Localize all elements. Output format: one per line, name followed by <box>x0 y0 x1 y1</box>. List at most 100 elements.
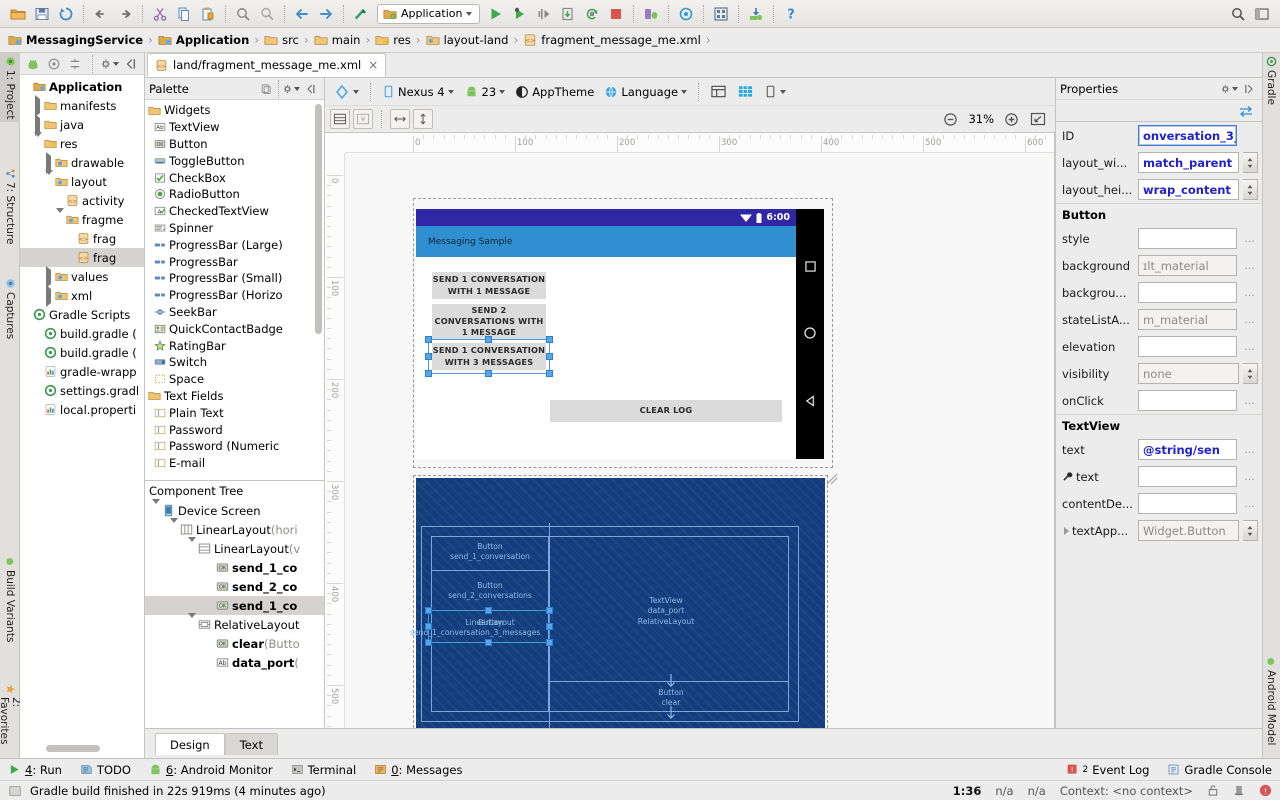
resize-handle-ne[interactable] <box>546 336 553 343</box>
bp-resize-handle-e[interactable] <box>546 623 553 630</box>
breadcrumb-item-application[interactable]: Application <box>158 33 249 47</box>
target-icon[interactable] <box>45 55 62 73</box>
property-spinner[interactable] <box>1243 520 1258 541</box>
breadcrumb-item-file[interactable]: <> fragment_message_me.xml <box>523 33 701 47</box>
sidebar-item-android-model[interactable]: Android Model <box>1262 653 1280 748</box>
forward-icon[interactable] <box>315 3 337 25</box>
resize-handle-w[interactable] <box>425 353 432 360</box>
design-canvas[interactable]: 0 100 200 300 400 500 600 0 100 200 300 400 500 6:0… <box>325 133 1055 728</box>
palette-item[interactable]: A CheckedTextView <box>145 203 324 220</box>
palette-item[interactable]: Plain Text <box>145 404 324 421</box>
tab-text[interactable]: Text <box>224 733 278 755</box>
copy-icon[interactable] <box>257 80 274 97</box>
phone-preview[interactable]: 6:00 Messaging Sample SEND 1 CONVERSATIO… <box>416 209 824 459</box>
sidebar-item-gradle[interactable]: Gradle <box>1262 53 1280 108</box>
project-tree-item[interactable]: xml <box>20 284 144 307</box>
project-tree-item[interactable]: <> frag <box>20 229 144 248</box>
orientation-icon[interactable] <box>760 82 790 101</box>
tree-expander[interactable] <box>151 498 162 518</box>
palette-group[interactable]: Widgets <box>145 102 324 119</box>
context-indicator[interactable]: Context: <no context> <box>1060 784 1193 798</box>
property-value[interactable]: match_parent <box>1138 152 1239 173</box>
project-tree-item[interactable]: settings.gradl <box>20 381 144 400</box>
avd-manager-icon[interactable] <box>640 3 662 25</box>
status-item-android-monitor[interactable]: 6: Android Monitor <box>149 763 273 777</box>
project-horizontal-scrollbar[interactable] <box>46 745 100 752</box>
collapse-icon[interactable] <box>67 55 84 73</box>
property-more-button[interactable]: ... <box>1241 228 1258 249</box>
bp-resize-handle-n[interactable] <box>485 607 492 614</box>
resize-handle-s[interactable] <box>485 370 492 377</box>
palette-group[interactable]: Text Fields <box>145 388 324 405</box>
palette-scrollbar[interactable] <box>315 104 322 334</box>
palette-item[interactable]: ToggleButton <box>145 152 324 169</box>
project-tree-item[interactable]: manifests <box>20 94 144 117</box>
project-tree-item[interactable]: layout <box>20 169 144 191</box>
status-item-event-log[interactable]: ! 2 Event Log <box>1066 763 1149 777</box>
language-selector[interactable]: Language <box>600 83 691 101</box>
hide-icon[interactable] <box>123 55 140 73</box>
tab-design[interactable]: Design <box>155 733 225 755</box>
api-selector[interactable]: 23 <box>460 83 510 101</box>
palette-item[interactable]: ProgressBar <box>145 253 324 270</box>
palette-item[interactable]: ProgressBar (Horizo <box>145 287 324 304</box>
bp-resize-handle-sw[interactable] <box>425 639 432 646</box>
property-value[interactable]: ɪlt_material <box>1138 255 1237 276</box>
project-tree-item[interactable]: fragme <box>20 207 144 229</box>
palette-item[interactable]: Spinner <box>145 220 324 237</box>
project-tree-item[interactable]: Gradle Scripts <box>20 305 144 324</box>
open-folder-icon[interactable] <box>7 3 29 25</box>
settings-icon[interactable] <box>283 80 300 97</box>
toggle-expert-icon[interactable] <box>1238 105 1254 117</box>
status-item-terminal[interactable]: Terminal <box>291 763 356 777</box>
component-tree-item[interactable]: OK send_1_co <box>145 558 324 577</box>
run-icon[interactable] <box>485 3 507 25</box>
property-value[interactable] <box>1138 493 1237 514</box>
layout-inspector-icon[interactable] <box>710 3 732 25</box>
line-separator-indicator[interactable]: n/a <box>1028 784 1046 798</box>
run-coverage-icon[interactable] <box>533 3 555 25</box>
bp-resize-handle-se[interactable] <box>546 639 553 646</box>
sidebar-item-captures[interactable]: Captures <box>0 275 20 342</box>
preview-button-clear-log[interactable]: CLEAR LOG <box>550 400 782 422</box>
collapse-icon[interactable] <box>302 80 319 97</box>
sidebar-item-project[interactable]: 1: Project <box>0 53 20 123</box>
palette-item[interactable]: SeekBar <box>145 304 324 321</box>
save-all-icon[interactable] <box>31 3 53 25</box>
palette-item[interactable]: Switch <box>145 354 324 371</box>
palette-item[interactable]: Password <box>145 421 324 438</box>
breadcrumb-item-messagingservice[interactable]: MessagingService <box>8 33 143 47</box>
palette-item[interactable]: CheckBox <box>145 169 324 186</box>
tree-expander[interactable] <box>187 536 198 556</box>
zoom-out-icon[interactable] <box>939 110 962 129</box>
resize-handle-sw[interactable] <box>425 370 432 377</box>
preview-button-send-2-conversations[interactable]: SEND 2 CONVERSATIONS WITH 1 MESSAGE <box>432 304 546 339</box>
search-everywhere-icon[interactable] <box>1227 3 1249 25</box>
component-tree-item[interactable]: OK clear (Butto <box>145 634 324 653</box>
status-item-todo[interactable]: TODO <box>80 763 131 777</box>
help-icon[interactable]: ? <box>780 3 802 25</box>
property-value[interactable] <box>1138 228 1237 249</box>
property-value[interactable]: @string/sen <box>1138 439 1237 460</box>
palette-item[interactable]: Ab TextView <box>145 119 324 136</box>
editor-tab[interactable]: <> land/fragment_message_me.xml × <box>147 53 387 77</box>
bp-resize-handle-w[interactable] <box>425 623 432 630</box>
hide-icon[interactable] <box>1240 80 1257 97</box>
project-tree-item[interactable]: <> activity <box>20 191 144 210</box>
resize-handle-se[interactable] <box>546 370 553 377</box>
design-mode-icon[interactable] <box>706 82 731 101</box>
find-replace-icon[interactable] <box>256 3 278 25</box>
blueprint-mode-icon[interactable] <box>733 82 758 101</box>
blueprint-render[interactable]: Button send_1_conversation Button send_2… <box>410 473 838 728</box>
component-tree-item[interactable]: OK send_2_co <box>145 577 324 596</box>
component-tree-item[interactable]: LinearLayout (v <box>145 536 324 558</box>
paste-icon[interactable] <box>197 3 219 25</box>
property-value[interactable]: onversation_3_ <box>1138 125 1237 146</box>
status-item-gradle-console[interactable]: Gradle Console <box>1167 763 1272 777</box>
expand-horizontal-icon[interactable] <box>390 109 410 129</box>
resize-handle-e[interactable] <box>546 353 553 360</box>
encoding-indicator[interactable]: n/a <box>995 784 1013 798</box>
canvas-surface[interactable]: 6:00 Messaging Sample SEND 1 CONVERSATIO… <box>345 153 1054 728</box>
redo-icon[interactable] <box>114 3 136 25</box>
tree-expander[interactable] <box>55 207 66 227</box>
